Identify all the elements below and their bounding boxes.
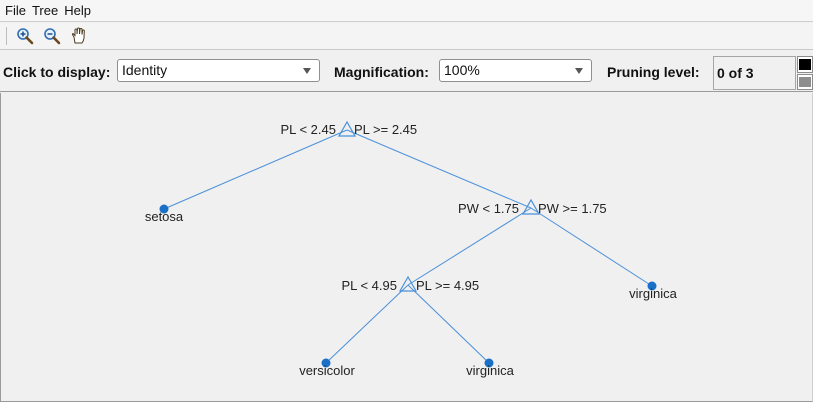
control-panel: Click to display: Identity Magnification… [0, 51, 813, 92]
zoom-in-icon [17, 28, 34, 45]
pan-button[interactable] [67, 25, 91, 47]
split-node-icon [337, 120, 357, 137]
leaf-node-versicolor[interactable]: versicolor [299, 358, 355, 379]
tree-diagram: PL < 2.45 PL >= 2.45 PW < 1.75 PW >= 1.7… [145, 120, 678, 379]
tree-edge [346, 129, 532, 209]
zoom-out-button[interactable] [40, 25, 64, 47]
leaf-node-virginica-2[interactable]: virginica [466, 358, 515, 379]
magnification-label: Magnification: [334, 64, 429, 80]
classification-tree-viewer-window: File Tree Help Click to display: Identit… [0, 0, 813, 402]
magnification-value: 100% [444, 62, 480, 78]
chevron-down-icon [575, 68, 583, 74]
toolbar [0, 23, 813, 50]
leaf-label: setosa [145, 209, 184, 224]
leaf-node-virginica[interactable]: virginica [629, 281, 678, 302]
leaf-label: virginica [629, 286, 677, 301]
tree-edge [407, 284, 490, 364]
tree-edge [530, 207, 653, 287]
leaf-node-setosa[interactable]: setosa [145, 204, 184, 225]
pruning-level-field: 0 of 3 [713, 56, 796, 90]
zoom-out-icon [44, 28, 61, 45]
split-node-2[interactable]: PW < 1.75 PW >= 1.75 [458, 198, 607, 216]
split-3-left-label: PL < 4.95 [341, 278, 397, 293]
tree-edge [163, 129, 348, 210]
split-node-icon [398, 275, 418, 292]
magnification-select[interactable]: 100% [439, 59, 592, 82]
leaf-label: versicolor [299, 363, 355, 378]
menu-file[interactable]: File [2, 1, 29, 21]
menu-bar: File Tree Help [0, 0, 813, 22]
menu-help[interactable]: Help [61, 1, 94, 21]
click-to-display-value: Identity [122, 62, 168, 78]
tree-canvas[interactable]: PL < 2.45 PL >= 2.45 PW < 1.75 PW >= 1.7… [0, 93, 813, 402]
zoom-in-button[interactable] [13, 25, 37, 47]
split-2-left-label: PW < 1.75 [458, 201, 519, 216]
pruning-level-value: 0 of 3 [717, 65, 754, 81]
split-1-right-label: PL >= 2.45 [354, 122, 417, 137]
pruning-increase-button[interactable] [797, 56, 813, 73]
click-to-display-label: Click to display: [3, 64, 111, 80]
split-3-right-label: PL >= 4.95 [416, 278, 479, 293]
split-2-right-label: PW >= 1.75 [538, 201, 607, 216]
toolbar-grip [6, 27, 7, 45]
pruning-level-label: Pruning level: [607, 64, 700, 80]
leaf-label: virginica [466, 363, 514, 378]
split-1-left-label: PL < 2.45 [280, 122, 336, 137]
tree-edges [163, 129, 653, 364]
chevron-down-icon [303, 68, 311, 74]
tree-edge [407, 207, 532, 286]
menu-tree[interactable]: Tree [29, 1, 61, 21]
tree-edge [325, 284, 409, 364]
pan-hand-icon [71, 27, 85, 44]
click-to-display-select[interactable]: Identity [117, 59, 320, 82]
split-node-3[interactable]: PL < 4.95 PL >= 4.95 [341, 275, 479, 293]
split-node-1[interactable]: PL < 2.45 PL >= 2.45 [280, 120, 417, 137]
pruning-decrease-button[interactable] [797, 74, 813, 90]
